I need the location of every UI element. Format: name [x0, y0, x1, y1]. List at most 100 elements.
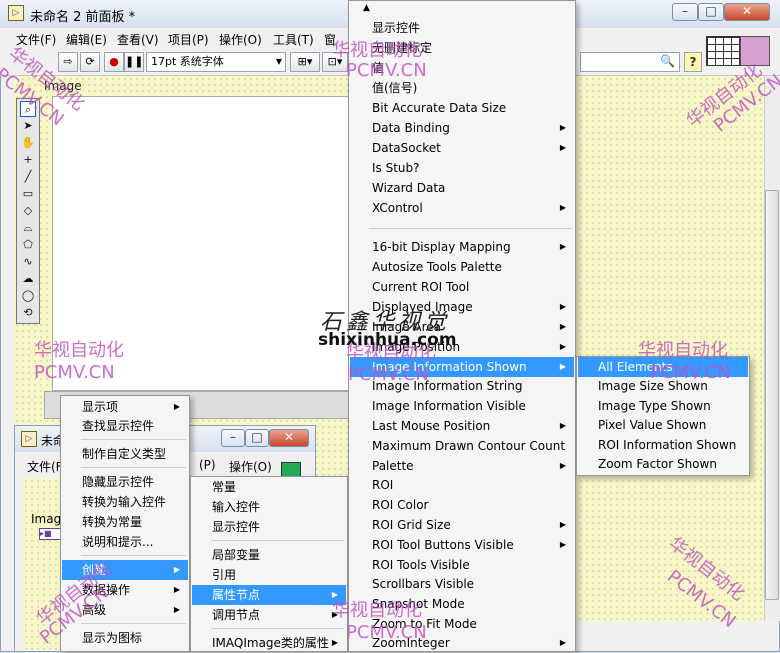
- rectangle-icon[interactable]: ▭: [20, 186, 36, 202]
- oval-icon[interactable]: ◯: [20, 288, 36, 304]
- submenu-arrow-icon: ▶: [559, 203, 566, 212]
- menu-item-autosize-tools-palette[interactable]: Autosize Tools Palette: [350, 257, 574, 277]
- menu-item-zoominteger[interactable]: ZoomInteger ▶: [350, 633, 574, 653]
- menu-operate[interactable]: 操作(O): [219, 31, 262, 48]
- pause-icon[interactable]: ❚❚: [124, 52, 144, 72]
- menu-item-label: Scrollbars Visible: [372, 577, 475, 591]
- menu-item-hide-indicator[interactable]: 隐藏显示控件: [62, 472, 188, 492]
- zoom-icon[interactable]: ⌕: [20, 101, 36, 117]
- annulus-icon[interactable]: ⌓: [20, 220, 36, 236]
- menu-item-image-information-string[interactable]: Image Information String: [350, 376, 574, 396]
- menu-item-maximum-drawn-contour-count[interactable]: Maximum Drawn Contour Count: [350, 436, 574, 456]
- menu-item-reference[interactable]: 引用: [192, 565, 346, 585]
- freehand-region-icon[interactable]: ☁: [20, 271, 36, 287]
- menu-item-zoom-to-fit-mode[interactable]: Zoom to Fit Mode: [350, 614, 574, 634]
- menu-item-visible-items[interactable]: 显示项 ▶: [62, 397, 188, 417]
- menu-item-label: 显示控件: [372, 21, 421, 35]
- second-menu-project[interactable]: (P): [199, 458, 216, 472]
- menu-item-roi-tool-buttons-visible[interactable]: ROI Tool Buttons Visible ▶: [350, 535, 574, 555]
- menu-window[interactable]: 窗: [324, 31, 336, 48]
- run-arrow-icon[interactable]: ⇨: [58, 52, 78, 72]
- menu-item-imaq-class-properties[interactable]: IMAQImage类的属性 ▶: [192, 633, 346, 653]
- menu-item-view-as-icon[interactable]: 显示为图标: [62, 628, 188, 648]
- menu-item-property-node[interactable]: 属性节点 ▶: [192, 585, 346, 605]
- menu-item-local-variable[interactable]: 局部变量: [192, 545, 346, 565]
- rotated-rectangle-icon[interactable]: ◇: [20, 203, 36, 219]
- run-continuously-icon[interactable]: ⟳: [80, 52, 100, 72]
- distribute-objects-icon[interactable]: ⊡▾: [322, 52, 348, 72]
- menu-project[interactable]: 项目(P): [168, 31, 209, 48]
- menu-item-change-to-control[interactable]: 转换为输入控件: [62, 492, 188, 512]
- menu-item-image-type-shown[interactable]: Image Type Shown: [578, 396, 748, 416]
- menu-item-datasocket[interactable]: DataSocket ▶: [350, 138, 574, 158]
- menu-item-change-to-constant[interactable]: 转换为常量: [62, 512, 188, 532]
- menu-item-description-tip[interactable]: 说明和提示...: [62, 532, 188, 552]
- menu-item-roi[interactable]: ROI: [350, 475, 574, 495]
- menu-item-visible[interactable]: 显示控件: [350, 18, 574, 38]
- second-minimize-button[interactable]: –: [221, 429, 245, 447]
- menu-item-image-information-shown[interactable]: Image Information Shown ▶: [350, 357, 574, 377]
- align-objects-icon[interactable]: ⊞▾: [290, 52, 320, 72]
- menu-item-16bit-display-mapping[interactable]: 16-bit Display Mapping ▶: [350, 237, 574, 257]
- second-maximize-button[interactable]: □: [245, 429, 269, 447]
- menu-item-make-typedef[interactable]: 制作自定义类型: [62, 444, 188, 464]
- menu-item-bit-accurate-data-size[interactable]: Bit Accurate Data Size: [350, 98, 574, 118]
- menu-item-last-mouse-position[interactable]: Last Mouse Position ▶: [350, 416, 574, 436]
- menu-item-roi-tools-visible[interactable]: ROI Tools Visible: [350, 555, 574, 575]
- menu-item-indicator[interactable]: 显示控件: [192, 517, 346, 537]
- pan-hand-icon[interactable]: ✋: [20, 135, 36, 151]
- close-button[interactable]: ✕: [724, 3, 770, 21]
- menu-item-label: Zoom Factor Shown: [598, 457, 717, 471]
- menu-item-value-signaling[interactable]: 值(信号): [350, 78, 574, 98]
- abort-icon[interactable]: ●: [104, 52, 124, 72]
- line-icon[interactable]: ╱: [20, 169, 36, 185]
- menu-item-data-operations[interactable]: 数据操作 ▶: [62, 580, 188, 600]
- menu-item-label: Maximum Drawn Contour Count: [372, 439, 566, 453]
- broken-line-icon[interactable]: ⟲: [20, 305, 36, 321]
- menu-item-palette[interactable]: Palette ▶: [350, 456, 574, 476]
- connector-pane-icon[interactable]: [706, 36, 740, 66]
- menu-item-snapshot-mode[interactable]: Snapshot Mode: [350, 594, 574, 614]
- menu-item-xcontrol[interactable]: XControl ▶: [350, 198, 574, 218]
- menu-item-create[interactable]: 创建 ▶: [62, 560, 188, 580]
- scrollbar-thumb[interactable]: [765, 190, 779, 600]
- menu-item-invoke-node[interactable]: 调用节点 ▶: [192, 605, 346, 625]
- pointer-icon[interactable]: ➤: [20, 118, 36, 134]
- menu-item-label: 值: [372, 61, 385, 75]
- menu-item-is-stub[interactable]: Is Stub?: [350, 158, 574, 178]
- menu-item-current-roi-tool[interactable]: Current ROI Tool: [350, 277, 574, 297]
- menu-item-calibration[interactable]: 无删建标定: [350, 38, 574, 58]
- point-icon[interactable]: +: [20, 152, 36, 168]
- menu-item-image-information-visible[interactable]: Image Information Visible: [350, 396, 574, 416]
- maximize-button[interactable]: □: [698, 3, 724, 21]
- help-button[interactable]: ?: [684, 52, 702, 72]
- font-select[interactable]: 17pt 系统字体 ▼: [146, 52, 286, 72]
- menu-item-wizard-data[interactable]: Wizard Data: [350, 178, 574, 198]
- menu-edit[interactable]: 编辑(E): [66, 31, 107, 48]
- menu-item-zoom-factor-shown[interactable]: Zoom Factor Shown: [578, 454, 748, 474]
- menu-item-constant[interactable]: 常量: [192, 477, 346, 497]
- menu-item-scrollbars-visible[interactable]: Scrollbars Visible: [350, 574, 574, 594]
- menu-item-data-binding[interactable]: Data Binding ▶: [350, 118, 574, 138]
- menu-file[interactable]: 文件(F): [16, 31, 56, 48]
- second-menu-operate[interactable]: 操作(O): [229, 458, 272, 475]
- menu-item-roi-color[interactable]: ROI Color: [350, 495, 574, 515]
- menu-item-advanced[interactable]: 高级 ▶: [62, 600, 188, 620]
- freehand-line-icon[interactable]: ∿: [20, 254, 36, 270]
- polygon-icon[interactable]: ⬠: [20, 237, 36, 253]
- menu-item-all-elements[interactable]: All Elements: [578, 357, 748, 377]
- menu-item-roi-grid-size[interactable]: ROI Grid Size ▶: [350, 515, 574, 535]
- menu-item-roi-information-shown[interactable]: ROI Information Shown: [578, 435, 748, 455]
- vi-icon[interactable]: [740, 36, 770, 66]
- second-close-button[interactable]: ✕: [269, 429, 309, 447]
- search-input[interactable]: 🔍: [580, 52, 680, 72]
- menu-view[interactable]: 查看(V): [117, 31, 159, 48]
- menu-item-value[interactable]: 值: [350, 58, 574, 78]
- menu-item-control[interactable]: 输入控件: [192, 497, 346, 517]
- scroll-up-arrow-icon[interactable]: ▲: [363, 3, 370, 13]
- menu-item-image-size-shown[interactable]: Image Size Shown: [578, 376, 748, 396]
- minimize-button[interactable]: –: [672, 3, 698, 21]
- menu-item-find-indicator[interactable]: 查找显示控件: [62, 416, 188, 436]
- menu-tools[interactable]: 工具(T): [273, 31, 314, 48]
- menu-item-pixel-value-shown[interactable]: Pixel Value Shown: [578, 415, 748, 435]
